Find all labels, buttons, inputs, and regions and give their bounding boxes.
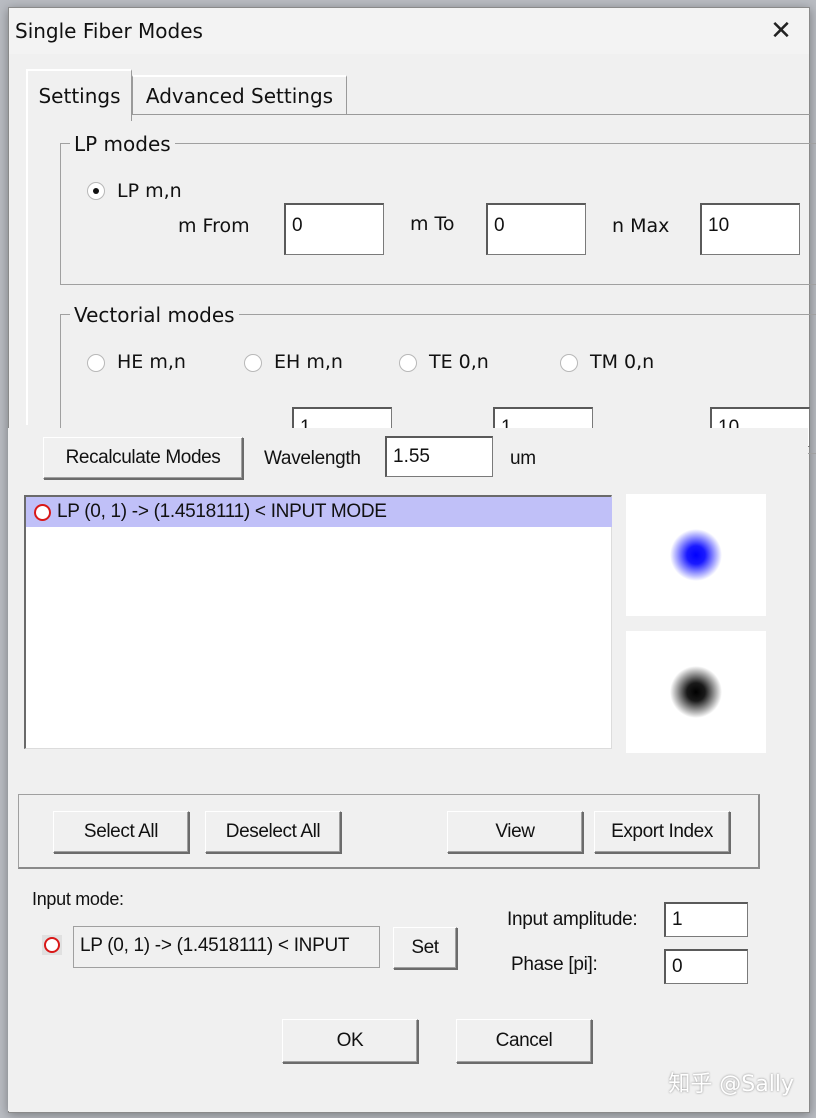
mode-list[interactable]: LP (0, 1) -> (1.4518111) < INPUT MODE [24,495,612,749]
select-all-button[interactable]: Select All [53,811,189,853]
lp-mode-radio-label: LP m,n [117,180,182,202]
n-max-label: n Max [612,215,670,237]
wavelength-input[interactable]: 1.55 [385,436,493,477]
tab-settings[interactable]: Settings [26,69,132,121]
phase-label: Phase [pi]: [511,954,598,975]
deselect-all-button[interactable]: Deselect All [205,811,341,853]
he-mode-label: HE m,n [117,351,186,373]
he-mode-radio[interactable] [87,354,105,372]
input-amplitude-label: Input amplitude: [507,909,638,930]
te-mode-radio[interactable] [399,354,417,372]
lp-mode-radio[interactable] [87,182,105,200]
window-title: Single Fiber Modes [15,19,203,43]
export-index-button[interactable]: Export Index [594,811,730,853]
input-amplitude-input[interactable]: 1 [664,902,748,937]
eh-mode-label: EH m,n [274,351,343,373]
eh-mode-radio[interactable] [244,354,262,372]
tm-mode-label: TM 0,n [590,351,655,373]
black-field-icon [670,666,722,718]
blue-field-icon [670,529,722,581]
input-mode-label: Input mode: [32,889,124,909]
set-input-mode-button[interactable]: Set [393,927,457,969]
wavelength-unit: um [510,448,536,469]
tab-advanced-settings[interactable]: Advanced Settings [132,75,347,115]
m-from-label: m From [178,215,250,237]
te-mode-label: TE 0,n [429,351,489,373]
input-mode-display: LP (0, 1) -> (1.4518111) < INPUT [73,926,380,968]
list-item-text: LP (0, 1) -> (1.4518111) < INPUT MODE [57,501,387,522]
ok-button[interactable]: OK [282,1019,418,1063]
cancel-button[interactable]: Cancel [456,1019,592,1063]
vectorial-modes-legend: Vectorial modes [70,303,239,327]
tm-mode-radio[interactable] [560,354,578,372]
tab-advanced-settings-label: Advanced Settings [145,84,334,108]
list-item[interactable]: LP (0, 1) -> (1.4518111) < INPUT MODE [26,497,612,527]
lp-modes-legend: LP modes [70,132,175,156]
wavelength-label: Wavelength [264,448,361,469]
mode-intensity-preview-black [626,631,766,753]
phase-input[interactable]: 0 [664,949,748,984]
title-bar: Single Fiber Modes ✕ [9,8,809,54]
watermark: 知乎 @Sally [668,1072,794,1097]
m-to-label: m To [410,213,455,235]
close-icon[interactable]: ✕ [753,8,809,54]
recalculate-modes-button[interactable]: Recalculate Modes [43,437,243,479]
view-button[interactable]: View [447,811,583,853]
n-max-input[interactable]: 10 [700,203,800,255]
m-from-input[interactable]: 0 [284,203,384,255]
input-mode-marker-icon [42,935,62,955]
mode-intensity-preview-blue [626,494,766,616]
m-to-input[interactable]: 0 [486,203,586,255]
tab-settings-label: Settings [38,84,121,108]
mode-marker-icon [34,503,51,521]
